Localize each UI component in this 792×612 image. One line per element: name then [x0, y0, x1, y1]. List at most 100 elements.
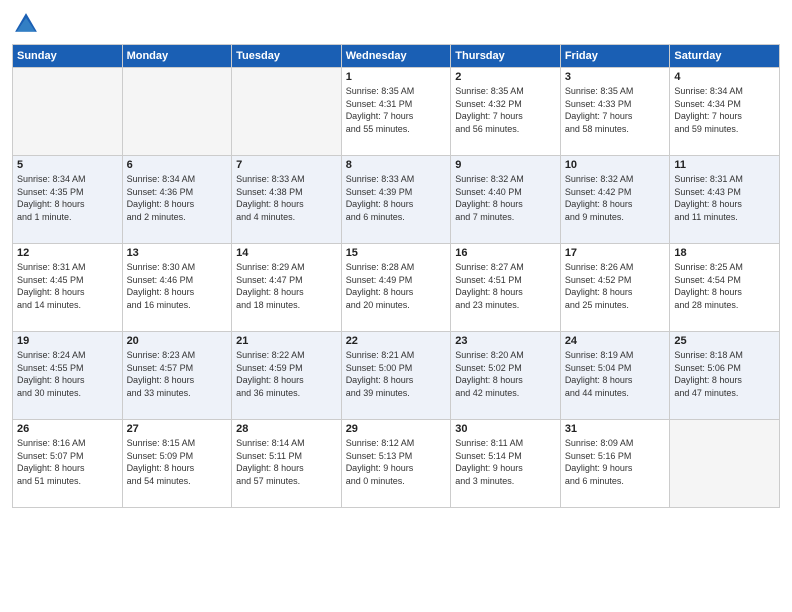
day-number: 18	[674, 247, 775, 259]
calendar-day-cell: 7 Sunrise: 8:33 AM Sunset: 4:38 PM Daylig…	[232, 156, 342, 244]
day-number: 9	[455, 159, 556, 171]
day-number: 17	[565, 247, 666, 259]
calendar-day-cell: 26 Sunrise: 8:16 AM Sunset: 5:07 PM Dayli…	[13, 420, 123, 508]
day-info: Sunrise: 8:16 AM Sunset: 5:07 PM Dayligh…	[17, 437, 118, 487]
day-info: Sunrise: 8:27 AM Sunset: 4:51 PM Dayligh…	[455, 261, 556, 311]
day-number: 26	[17, 423, 118, 435]
day-info: Sunrise: 8:34 AM Sunset: 4:34 PM Dayligh…	[674, 85, 775, 135]
calendar-day-cell: 13 Sunrise: 8:30 AM Sunset: 4:46 PM Dayli…	[122, 244, 232, 332]
page: SundayMondayTuesdayWednesdayThursdayFrid…	[0, 0, 792, 612]
day-info: Sunrise: 8:35 AM Sunset: 4:33 PM Dayligh…	[565, 85, 666, 135]
calendar-day-cell: 9 Sunrise: 8:32 AM Sunset: 4:40 PM Daylig…	[451, 156, 561, 244]
calendar-day-cell: 16 Sunrise: 8:27 AM Sunset: 4:51 PM Dayli…	[451, 244, 561, 332]
day-info: Sunrise: 8:21 AM Sunset: 5:00 PM Dayligh…	[346, 349, 447, 399]
calendar-day-cell: 24 Sunrise: 8:19 AM Sunset: 5:04 PM Dayli…	[560, 332, 670, 420]
day-info: Sunrise: 8:31 AM Sunset: 4:43 PM Dayligh…	[674, 173, 775, 223]
calendar-week-row: 26 Sunrise: 8:16 AM Sunset: 5:07 PM Dayli…	[13, 420, 780, 508]
day-info: Sunrise: 8:32 AM Sunset: 4:40 PM Dayligh…	[455, 173, 556, 223]
calendar-day-cell: 25 Sunrise: 8:18 AM Sunset: 5:06 PM Dayli…	[670, 332, 780, 420]
day-info: Sunrise: 8:35 AM Sunset: 4:31 PM Dayligh…	[346, 85, 447, 135]
calendar-day-cell	[670, 420, 780, 508]
day-number: 11	[674, 159, 775, 171]
calendar-day-cell: 14 Sunrise: 8:29 AM Sunset: 4:47 PM Dayli…	[232, 244, 342, 332]
calendar-day-cell	[13, 68, 123, 156]
logo	[12, 10, 42, 38]
calendar-day-cell: 17 Sunrise: 8:26 AM Sunset: 4:52 PM Dayli…	[560, 244, 670, 332]
day-number: 25	[674, 335, 775, 347]
day-number: 5	[17, 159, 118, 171]
day-info: Sunrise: 8:24 AM Sunset: 4:55 PM Dayligh…	[17, 349, 118, 399]
calendar-day-cell: 21 Sunrise: 8:22 AM Sunset: 4:59 PM Dayli…	[232, 332, 342, 420]
day-number: 30	[455, 423, 556, 435]
day-info: Sunrise: 8:26 AM Sunset: 4:52 PM Dayligh…	[565, 261, 666, 311]
day-header-tuesday: Tuesday	[232, 45, 342, 68]
day-number: 10	[565, 159, 666, 171]
day-info: Sunrise: 8:31 AM Sunset: 4:45 PM Dayligh…	[17, 261, 118, 311]
calendar-day-cell: 27Sunrise: 8:15 AM Sunset: 5:09 PM Dayli…	[122, 420, 232, 508]
day-number: 13	[127, 247, 228, 259]
day-info: Sunrise: 8:23 AM Sunset: 4:57 PM Dayligh…	[127, 349, 228, 399]
calendar-day-cell: 31 Sunrise: 8:09 AM Sunset: 5:16 PM Dayli…	[560, 420, 670, 508]
calendar-day-cell: 5 Sunrise: 8:34 AM Sunset: 4:35 PM Daylig…	[13, 156, 123, 244]
day-info: Sunrise: 8:34 AM Sunset: 4:35 PM Dayligh…	[17, 173, 118, 223]
calendar-day-cell: 15 Sunrise: 8:28 AM Sunset: 4:49 PM Dayli…	[341, 244, 451, 332]
calendar-day-cell: 23 Sunrise: 8:20 AM Sunset: 5:02 PM Dayli…	[451, 332, 561, 420]
calendar-day-cell: 3 Sunrise: 8:35 AM Sunset: 4:33 PM Daylig…	[560, 68, 670, 156]
day-header-saturday: Saturday	[670, 45, 780, 68]
calendar-day-cell: 6Sunrise: 8:34 AM Sunset: 4:36 PM Daylig…	[122, 156, 232, 244]
day-info: Sunrise: 8:20 AM Sunset: 5:02 PM Dayligh…	[455, 349, 556, 399]
day-number: 4	[674, 71, 775, 83]
day-info: Sunrise: 8:18 AM Sunset: 5:06 PM Dayligh…	[674, 349, 775, 399]
day-number: 12	[17, 247, 118, 259]
day-info: Sunrise: 8:33 AM Sunset: 4:38 PM Dayligh…	[236, 173, 337, 223]
day-number: 24	[565, 335, 666, 347]
day-info: Sunrise: 8:32 AM Sunset: 4:42 PM Dayligh…	[565, 173, 666, 223]
calendar-day-cell: 19 Sunrise: 8:24 AM Sunset: 4:55 PM Dayli…	[13, 332, 123, 420]
day-number: 29	[346, 423, 447, 435]
day-number: 31	[565, 423, 666, 435]
day-info: Sunrise: 8:19 AM Sunset: 5:04 PM Dayligh…	[565, 349, 666, 399]
day-info: Sunrise: 8:33 AM Sunset: 4:39 PM Dayligh…	[346, 173, 447, 223]
day-number: 19	[17, 335, 118, 347]
day-number: 1	[346, 71, 447, 83]
calendar-day-cell: 10 Sunrise: 8:32 AM Sunset: 4:42 PM Dayli…	[560, 156, 670, 244]
day-info: Sunrise: 8:12 AM Sunset: 5:13 PM Dayligh…	[346, 437, 447, 487]
calendar-day-cell: 29 Sunrise: 8:12 AM Sunset: 5:13 PM Dayli…	[341, 420, 451, 508]
day-number: 16	[455, 247, 556, 259]
calendar-day-cell	[232, 68, 342, 156]
day-number: 23	[455, 335, 556, 347]
calendar-day-cell: 1 Sunrise: 8:35 AM Sunset: 4:31 PM Daylig…	[341, 68, 451, 156]
day-header-friday: Friday	[560, 45, 670, 68]
logo-icon	[12, 10, 40, 38]
calendar-day-cell: 2Sunrise: 8:35 AM Sunset: 4:32 PM Daylig…	[451, 68, 561, 156]
calendar-week-row: 19 Sunrise: 8:24 AM Sunset: 4:55 PM Dayli…	[13, 332, 780, 420]
day-info: Sunrise: 8:11 AM Sunset: 5:14 PM Dayligh…	[455, 437, 556, 487]
day-info: Sunrise: 8:09 AM Sunset: 5:16 PM Dayligh…	[565, 437, 666, 487]
calendar-day-cell: 18Sunrise: 8:25 AM Sunset: 4:54 PM Dayli…	[670, 244, 780, 332]
calendar-day-cell: 8 Sunrise: 8:33 AM Sunset: 4:39 PM Daylig…	[341, 156, 451, 244]
day-number: 3	[565, 71, 666, 83]
day-info: Sunrise: 8:22 AM Sunset: 4:59 PM Dayligh…	[236, 349, 337, 399]
day-number: 14	[236, 247, 337, 259]
day-number: 8	[346, 159, 447, 171]
calendar-day-cell: 11 Sunrise: 8:31 AM Sunset: 4:43 PM Dayli…	[670, 156, 780, 244]
day-number: 7	[236, 159, 337, 171]
calendar-week-row: 5 Sunrise: 8:34 AM Sunset: 4:35 PM Daylig…	[13, 156, 780, 244]
day-header-monday: Monday	[122, 45, 232, 68]
calendar-header-row: SundayMondayTuesdayWednesdayThursdayFrid…	[13, 45, 780, 68]
day-number: 22	[346, 335, 447, 347]
day-number: 6	[127, 159, 228, 171]
calendar-day-cell: 4 Sunrise: 8:34 AM Sunset: 4:34 PM Daylig…	[670, 68, 780, 156]
day-info: Sunrise: 8:30 AM Sunset: 4:46 PM Dayligh…	[127, 261, 228, 311]
day-header-sunday: Sunday	[13, 45, 123, 68]
calendar-week-row: 1 Sunrise: 8:35 AM Sunset: 4:31 PM Daylig…	[13, 68, 780, 156]
calendar-day-cell: 20 Sunrise: 8:23 AM Sunset: 4:57 PM Dayli…	[122, 332, 232, 420]
day-header-thursday: Thursday	[451, 45, 561, 68]
day-number: 21	[236, 335, 337, 347]
calendar-day-cell: 30 Sunrise: 8:11 AM Sunset: 5:14 PM Dayli…	[451, 420, 561, 508]
day-number: 15	[346, 247, 447, 259]
day-info: Sunrise: 8:28 AM Sunset: 4:49 PM Dayligh…	[346, 261, 447, 311]
header	[12, 10, 780, 38]
day-info: Sunrise: 8:29 AM Sunset: 4:47 PM Dayligh…	[236, 261, 337, 311]
day-number: 20	[127, 335, 228, 347]
